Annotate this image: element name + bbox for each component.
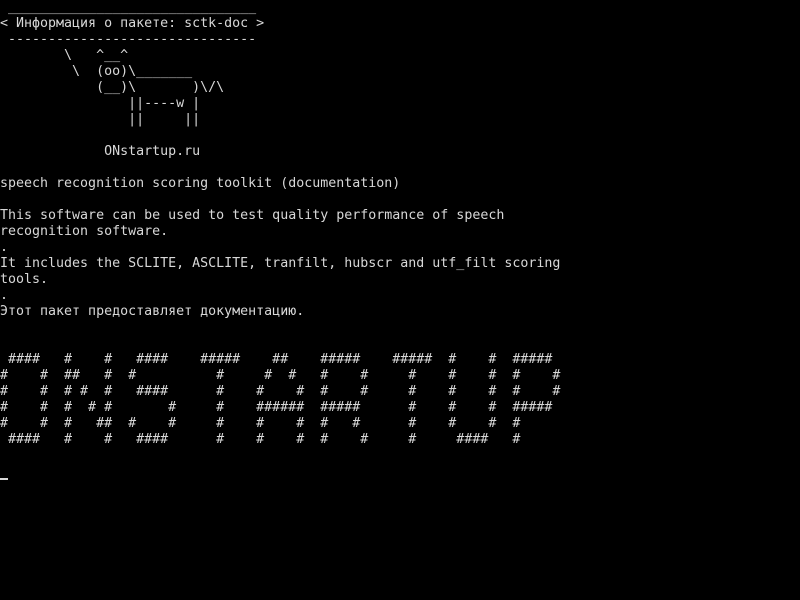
site-name: ONstartup.ru [0,144,201,159]
cow-art-line: ||----w | [0,96,201,111]
ascii-banner-line: #### # # #### ##### ## ##### ##### # # #… [0,352,553,367]
ascii-banner-line: #### # # #### # # # # # # #### # [0,432,521,447]
cow-art-line: || || [0,112,201,127]
cow-art-line: (__)\ )\/\ [0,80,225,95]
speech-bubble-text: < Информация о пакете: sctk-doc > [0,16,265,31]
speech-bubble-bottom: ------------------------------- [0,32,257,47]
description-separator: . [0,240,9,255]
package-description-line: recognition software. [0,224,169,239]
package-description-line: It includes the SCLITE, ASCLITE, tranfil… [0,256,561,271]
description-separator: . [0,288,9,303]
terminal-screen[interactable]: _______________________________ < Информ… [0,0,800,600]
cow-art-line: \ ^__^ [0,48,129,63]
package-description-line: tools. [0,272,49,287]
ascii-banner-line: # # # # # #### # # # # # # # # # # [0,384,561,399]
ascii-banner-line: # # # # # # # ###### ##### # # # ##### [0,400,553,415]
ascii-banner-line: # # # ## # # # # # # # # # # # [0,416,521,431]
package-description-line: This software can be used to test qualit… [0,208,505,223]
text-cursor [0,478,8,480]
ascii-banner-line: # # ## # # # # # # # # # # # # [0,368,561,383]
package-description-line: Этот пакет предоставляет документацию. [0,304,305,319]
speech-bubble-top: _______________________________ [0,0,257,15]
package-summary: speech recognition scoring toolkit (docu… [0,176,401,191]
cow-art-line: \ (oo)\_______ [0,64,193,79]
